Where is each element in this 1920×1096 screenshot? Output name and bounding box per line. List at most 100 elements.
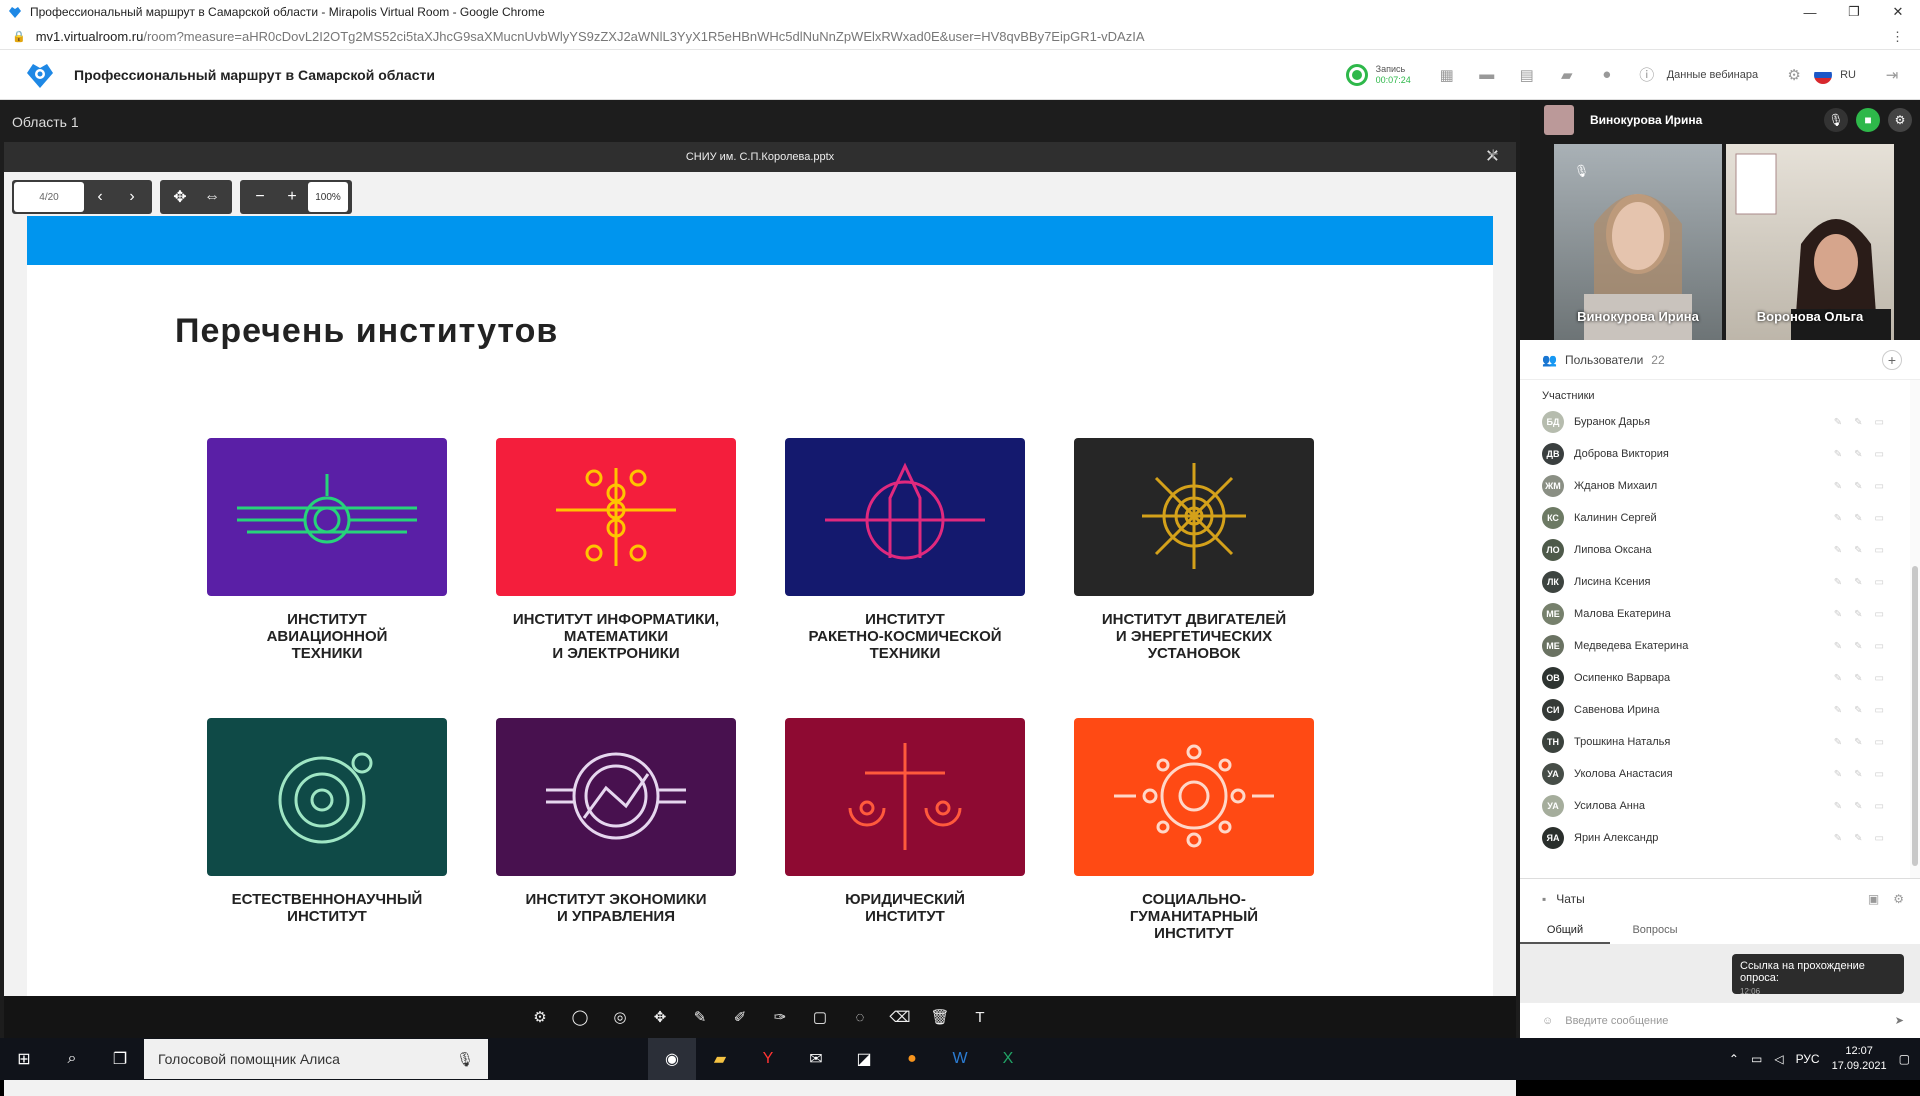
zoom-out-icon[interactable]: −	[244, 182, 276, 212]
user-row[interactable]: КС Калинин Сергей ✎✎▭	[1520, 502, 1910, 534]
color-picker-icon[interactable]: ◯	[565, 1002, 595, 1032]
language-label[interactable]: RU	[1840, 69, 1856, 81]
restore-button[interactable]: ❐	[1832, 0, 1876, 24]
chat-settings-icon[interactable]: ⚙	[1893, 892, 1904, 906]
layout-grid-icon[interactable]: ▦	[1427, 60, 1467, 90]
add-document-icon[interactable]: +	[1488, 144, 1499, 165]
clock[interactable]: 12:07 17.09.2021	[1832, 1044, 1887, 1074]
marker-icon[interactable]: ✐	[725, 1002, 755, 1032]
add-user-button[interactable]: +	[1882, 349, 1902, 370]
info-icon[interactable]: ⓘ	[1627, 60, 1667, 90]
mail-app-icon[interactable]: ✉	[792, 1038, 840, 1080]
user-row[interactable]: ЛК Лисина Ксения ✎✎▭	[1520, 566, 1910, 598]
user-row[interactable]: ДВ Доброва Виктория ✎✎▭	[1520, 438, 1910, 470]
pointer-icon[interactable]: ◎	[605, 1002, 635, 1032]
chat-export-icon[interactable]: ▣	[1868, 892, 1879, 906]
user-row[interactable]: ТН Трошкина Наталья ✎✎▭	[1520, 726, 1910, 758]
camera-icon[interactable]: ■	[1856, 108, 1880, 132]
document-icon[interactable]: ▤	[1507, 60, 1547, 90]
highlighter-icon[interactable]: ✑	[765, 1002, 795, 1032]
keyboard-language[interactable]: РУС	[1796, 1052, 1820, 1066]
user-permission-icons[interactable]: ✎✎▭	[1834, 833, 1896, 844]
lock-icon[interactable]: 🔒	[12, 30, 26, 43]
user-row[interactable]: ЖМ Жданов Михаил ✎✎▭	[1520, 470, 1910, 502]
screen-share-icon[interactable]: ▬	[1467, 60, 1507, 90]
chat-input[interactable]: ☺ Введите сообщение ➤	[1520, 1002, 1920, 1038]
user-permission-icons[interactable]: ✎✎▭	[1834, 705, 1896, 716]
minimize-button[interactable]: —	[1788, 0, 1832, 24]
draw-settings-icon[interactable]: ⚙	[525, 1002, 555, 1032]
russia-flag-icon[interactable]	[1814, 65, 1833, 84]
user-row[interactable]: МЕ Малова Екатерина ✎✎▭	[1520, 598, 1910, 630]
user-permission-icons[interactable]: ✎✎▭	[1834, 609, 1896, 620]
prev-slide-icon[interactable]: ‹	[84, 182, 116, 212]
record-indicator[interactable]: Запись 00:07:24	[1345, 63, 1411, 86]
excel-app-icon[interactable]: X	[984, 1038, 1032, 1080]
media-app-icon[interactable]: ●	[888, 1038, 936, 1080]
user-row[interactable]: ЛО Липова Оксана ✎✎▭	[1520, 534, 1910, 566]
video-settings-icon[interactable]: ⚙	[1888, 108, 1912, 132]
user-permission-icons[interactable]: ✎✎▭	[1834, 641, 1896, 652]
tray-chevron-icon[interactable]: ⌃	[1729, 1052, 1739, 1066]
send-icon[interactable]: ➤	[1895, 1014, 1904, 1027]
webinar-data-label[interactable]: Данные вебинара	[1667, 69, 1758, 81]
tab-general[interactable]: Общий	[1520, 918, 1610, 944]
tab-questions[interactable]: Вопросы	[1610, 918, 1700, 944]
user-permission-icons[interactable]: ✎✎▭	[1834, 417, 1896, 428]
move-icon[interactable]: ✥	[164, 182, 196, 212]
ellipse-icon[interactable]: ◌	[845, 1002, 875, 1032]
windows-start-icon[interactable]: ⊞	[0, 1038, 48, 1080]
eraser-icon[interactable]: ⌫	[885, 1002, 915, 1032]
user-permission-icons[interactable]: ✎✎▭	[1834, 449, 1896, 460]
explorer-app-icon[interactable]: ▰	[696, 1038, 744, 1080]
user-permission-icons[interactable]: ✎✎▭	[1834, 769, 1896, 780]
volume-icon[interactable]: ◁	[1774, 1052, 1783, 1066]
zoom-level[interactable]: 100%	[308, 182, 348, 212]
text-tool-icon[interactable]: T	[965, 1002, 995, 1032]
next-slide-icon[interactable]: ›	[116, 182, 148, 212]
user-permission-icons[interactable]: ✎✎▭	[1834, 737, 1896, 748]
user-row[interactable]: МЕ Медведева Екатерина ✎✎▭	[1520, 630, 1910, 662]
user-permission-icons[interactable]: ✎✎▭	[1834, 481, 1896, 492]
chrome-app-icon[interactable]: ◉	[648, 1038, 696, 1080]
user-row[interactable]: УА Уколова Анастасия ✎✎▭	[1520, 758, 1910, 790]
user-permission-icons[interactable]: ✎✎▭	[1834, 545, 1896, 556]
browser-menu-icon[interactable]: ⋮	[1891, 29, 1904, 45]
trash-icon[interactable]: 🗑	[925, 1002, 955, 1032]
rectangle-icon[interactable]: ▢	[805, 1002, 835, 1032]
user-permission-icons[interactable]: ✎✎▭	[1834, 801, 1896, 812]
user-row[interactable]: СИ Савенова Ирина ✎✎▭	[1520, 694, 1910, 726]
word-app-icon[interactable]: W	[936, 1038, 984, 1080]
user-permission-icons[interactable]: ✎✎▭	[1834, 513, 1896, 524]
user-row[interactable]: БД Буранок Дарья ✎✎▭	[1520, 406, 1910, 438]
user-permission-icons[interactable]: ✎✎▭	[1834, 577, 1896, 588]
voice-assistant-search[interactable]: Голосовой помощник Алиса 🎙	[144, 1039, 488, 1079]
microphone-icon[interactable]: 🎙	[456, 1051, 474, 1068]
page-number-field[interactable]: 4/20	[14, 182, 84, 212]
emoji-icon[interactable]: ☺	[1542, 1015, 1553, 1027]
pen-icon[interactable]: ✎	[685, 1002, 715, 1032]
mic-muted-icon[interactable]: 🎙	[1824, 108, 1848, 132]
users-scrollbar[interactable]	[1910, 380, 1920, 960]
task-view-icon[interactable]: ❐	[96, 1038, 144, 1080]
chat-message[interactable]: Ссылка на прохождение опроса: 12:06	[1732, 954, 1904, 996]
sticky-notes-icon[interactable]: ◪	[840, 1038, 888, 1080]
exit-icon[interactable]: ⇥	[1872, 60, 1912, 90]
user-icon[interactable]: ●	[1587, 60, 1627, 90]
user-row[interactable]: УА Усилова Анна ✎✎▭	[1520, 790, 1910, 822]
settings-gear-icon[interactable]: ⚙	[1774, 60, 1814, 90]
yandex-browser-icon[interactable]: Y	[744, 1038, 792, 1080]
zoom-in-icon[interactable]: +	[276, 182, 308, 212]
user-row[interactable]: ОВ Осипенко Варвара ✎✎▭	[1520, 662, 1910, 694]
fit-width-icon[interactable]: ⇔	[196, 182, 228, 212]
video-tile[interactable]: 🎙 Винокурова Ирина	[1554, 144, 1722, 340]
folder-icon[interactable]: ▰	[1547, 60, 1587, 90]
move-tool-icon[interactable]: ✥	[645, 1002, 675, 1032]
user-row[interactable]: ЯА Ярин Александр ✎✎▭	[1520, 822, 1910, 854]
address-bar[interactable]: 🔒 mv1.virtualroom.ru /room?measure=aHR0c…	[0, 24, 1920, 50]
video-tile[interactable]: Воронова Ольга	[1726, 144, 1894, 340]
network-icon[interactable]: ▭	[1751, 1052, 1762, 1066]
user-permission-icons[interactable]: ✎✎▭	[1834, 673, 1896, 684]
close-window-button[interactable]: ✕	[1876, 0, 1920, 24]
taskbar-search-icon[interactable]: ⌕	[48, 1038, 96, 1080]
